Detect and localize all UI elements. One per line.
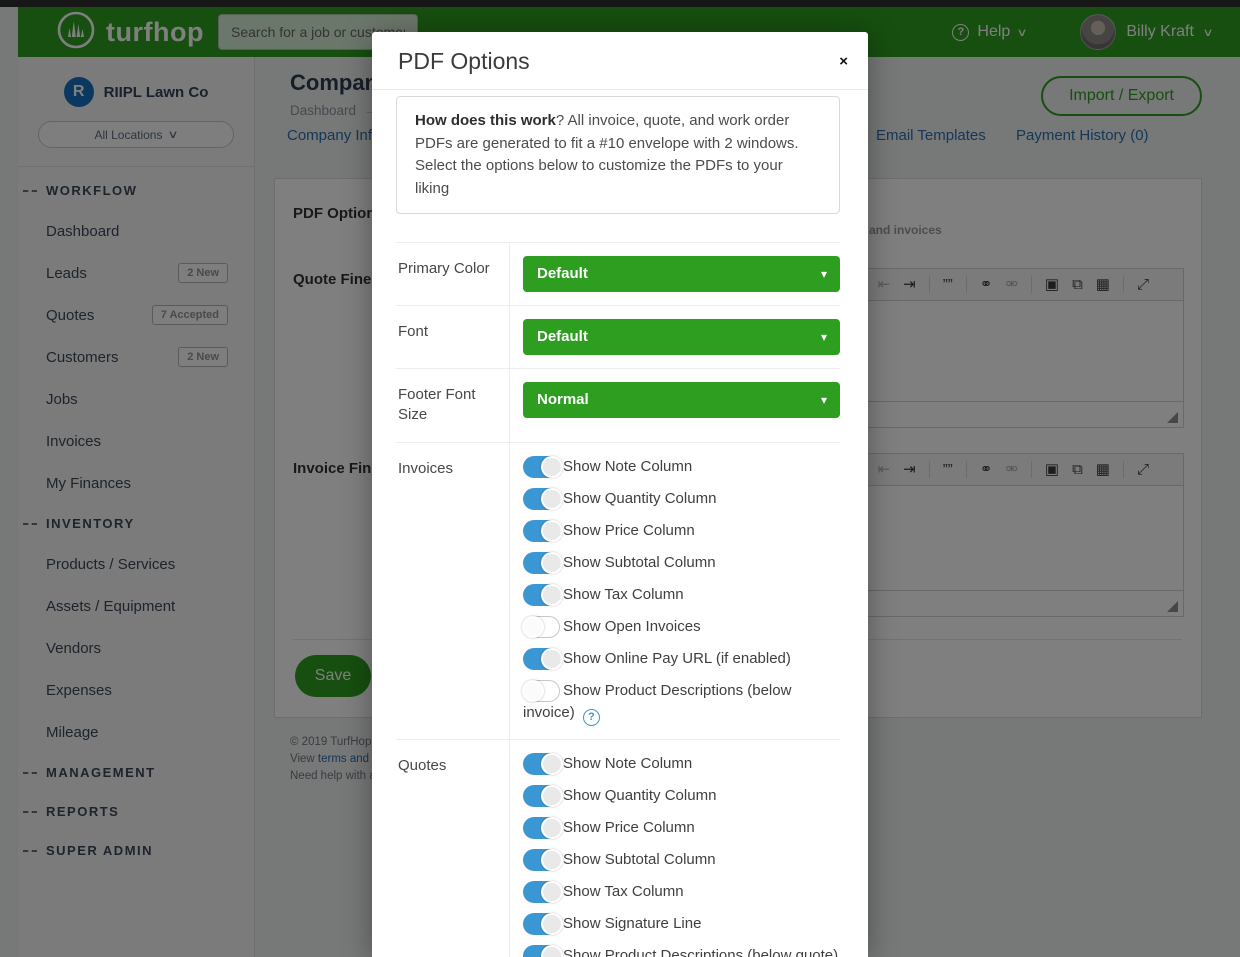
toggle-show-product-descriptions-below-invoice[interactable] xyxy=(523,680,560,702)
toggle-show-tax-column[interactable] xyxy=(523,584,560,606)
toggle-show-tax-column[interactable] xyxy=(523,881,560,903)
footer-font-size-row: Footer Font Size Normal ▾ xyxy=(396,368,840,442)
caret-down-icon: ▾ xyxy=(821,382,827,418)
toggle-show-subtotal-column[interactable] xyxy=(523,849,560,871)
toggle-show-note-column[interactable] xyxy=(523,456,560,478)
toggle-row: Show Price Column xyxy=(523,817,840,839)
setting-label: Font xyxy=(396,306,510,368)
toggle-row: Show Tax Column xyxy=(523,584,840,606)
toggle-row: Show Product Descriptions (below quote) … xyxy=(523,945,840,957)
toggle-row: Show Quantity Column xyxy=(523,488,840,510)
toggle-knob xyxy=(541,881,563,903)
toggle-label: Show Tax Column xyxy=(563,586,684,603)
toggle-label: Show Product Descriptions (below invoice… xyxy=(523,682,791,721)
toggle-label: Show Note Column xyxy=(563,458,692,475)
toggle-knob xyxy=(541,456,563,478)
toggle-label: Show Product Descriptions (below quote) xyxy=(563,947,838,957)
modal-body: How does this work? All invoice, quote, … xyxy=(372,90,868,957)
modal-title: PDF Options xyxy=(398,48,530,75)
caret-down-icon: ▾ xyxy=(821,256,827,292)
toggle-label: Show Signature Line xyxy=(563,915,701,932)
close-icon[interactable]: × xyxy=(839,54,848,69)
primary-color-select[interactable]: Default ▾ xyxy=(523,256,840,292)
toggle-knob xyxy=(541,520,563,542)
setting-label: Primary Color xyxy=(396,243,510,305)
toggle-label: Show Note Column xyxy=(563,755,692,772)
toggle-knob xyxy=(541,584,563,606)
toggle-row: Show Product Descriptions (below invoice… xyxy=(523,680,840,726)
setting-label: Footer Font Size xyxy=(396,369,510,442)
toggle-knob xyxy=(541,817,563,839)
toggle-row: Show Price Column xyxy=(523,520,840,542)
toggle-show-price-column[interactable] xyxy=(523,817,560,839)
toggle-knob xyxy=(541,648,563,670)
footer-font-size-select[interactable]: Normal ▾ xyxy=(523,382,840,418)
toggle-knob xyxy=(541,785,563,807)
font-select[interactable]: Default ▾ xyxy=(523,319,840,355)
toggle-label: Show Price Column xyxy=(563,522,695,539)
toggle-label: Show Subtotal Column xyxy=(563,554,716,571)
toggle-knob xyxy=(541,552,563,574)
toggle-label: Show Subtotal Column xyxy=(563,851,716,868)
font-row: Font Default ▾ xyxy=(396,305,840,368)
setting-label: Invoices xyxy=(396,443,510,739)
toggle-show-subtotal-column[interactable] xyxy=(523,552,560,574)
toggle-show-price-column[interactable] xyxy=(523,520,560,542)
toggle-knob xyxy=(541,753,563,775)
toggle-label: Show Price Column xyxy=(563,819,695,836)
toggle-knob xyxy=(541,488,563,510)
setting-label: Quotes xyxy=(396,740,510,957)
toggle-show-signature-line[interactable] xyxy=(523,913,560,935)
toggle-row: Show Open Invoices xyxy=(523,616,840,638)
toggle-row: Show Subtotal Column xyxy=(523,552,840,574)
primary-color-row: Primary Color Default ▾ xyxy=(396,242,840,305)
info-box-lead: How does this work xyxy=(415,112,556,129)
caret-down-icon: ▾ xyxy=(821,319,827,355)
toggle-row: Show Note Column xyxy=(523,456,840,478)
toggle-row: Show Subtotal Column xyxy=(523,849,840,871)
toggle-row: Show Note Column xyxy=(523,753,840,775)
toggle-knob xyxy=(541,913,563,935)
toggle-show-quantity-column[interactable] xyxy=(523,488,560,510)
toggle-knob xyxy=(541,945,563,957)
toggle-label: Show Online Pay URL (if enabled) xyxy=(563,650,791,667)
toggle-show-note-column[interactable] xyxy=(523,753,560,775)
select-value: Normal xyxy=(537,391,589,408)
app-viewport: turfhop ? Help ∨ Billy Kraft ∨ R RIIPL L… xyxy=(0,0,1240,957)
help-icon[interactable]: ? xyxy=(583,709,600,726)
toggle-show-open-invoices[interactable] xyxy=(523,616,560,638)
info-box: How does this work? All invoice, quote, … xyxy=(396,96,840,214)
toggle-row: Show Tax Column xyxy=(523,881,840,903)
toggle-label: Show Open Invoices xyxy=(563,618,701,635)
toggle-knob xyxy=(522,680,544,702)
toggle-label: Show Tax Column xyxy=(563,883,684,900)
invoices-row: Invoices Show Note Column Show Quantity Co… xyxy=(396,442,840,739)
toggle-knob xyxy=(522,616,544,638)
toggle-label: Show Quantity Column xyxy=(563,787,716,804)
select-value: Default xyxy=(537,265,588,282)
toggle-row: Show Quantity Column xyxy=(523,785,840,807)
toggle-show-product-descriptions-below-quote[interactable] xyxy=(523,945,560,957)
modal-header: PDF Options × xyxy=(372,32,868,90)
toggle-row: Show Signature Line xyxy=(523,913,840,935)
quotes-row: Quotes Show Note Column Show Quantity Colu… xyxy=(396,739,840,957)
toggle-label: Show Quantity Column xyxy=(563,490,716,507)
select-value: Default xyxy=(537,328,588,345)
toggle-show-online-pay-url-if-enabled[interactable] xyxy=(523,648,560,670)
pdf-options-form: Primary ColorDefault▾FontDefault▾Footer … xyxy=(396,242,840,957)
toggle-row: Show Online Pay URL (if enabled) xyxy=(523,648,840,670)
toggle-knob xyxy=(541,849,563,871)
toggle-show-quantity-column[interactable] xyxy=(523,785,560,807)
pdf-options-modal: PDF Options × How does this work? All in… xyxy=(372,32,868,957)
